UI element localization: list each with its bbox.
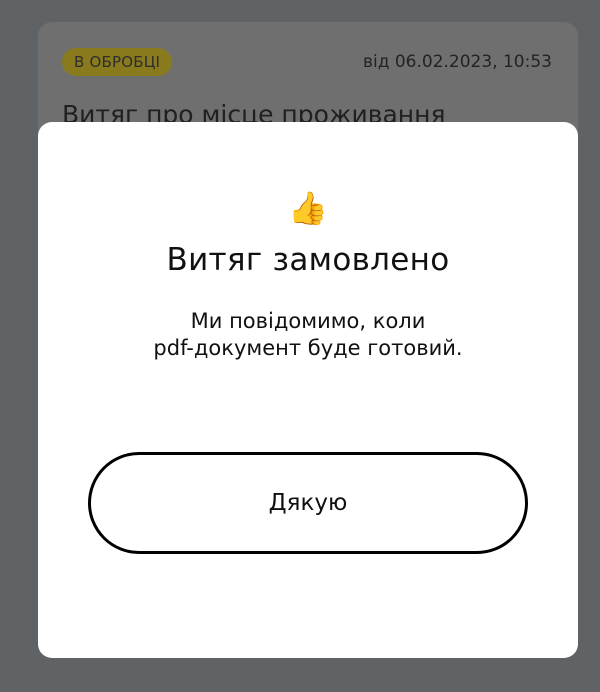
card-date: від 06.02.2023, 10:53 [362,52,552,72]
modal-message-line-1: Ми повідомимо, коли [190,309,426,333]
status-badge: В ОБРОБЦІ [62,48,173,76]
thank-you-button[interactable]: Дякую [88,452,528,554]
confirmation-modal: 👍 Витяг замовлено Ми повідомимо, коли pd… [38,122,578,658]
modal-title: Витяг замовлено [166,242,450,278]
thumbs-up-icon: 👍 [288,189,328,227]
modal-message-line-2: pdf-документ буде готовий. [153,336,463,360]
screen: В ОБРОБЦІ від 06.02.2023, 10:53 Витяг пр… [0,0,600,692]
modal-message: Ми повідомимо, коли pdf-документ буде го… [98,308,518,362]
